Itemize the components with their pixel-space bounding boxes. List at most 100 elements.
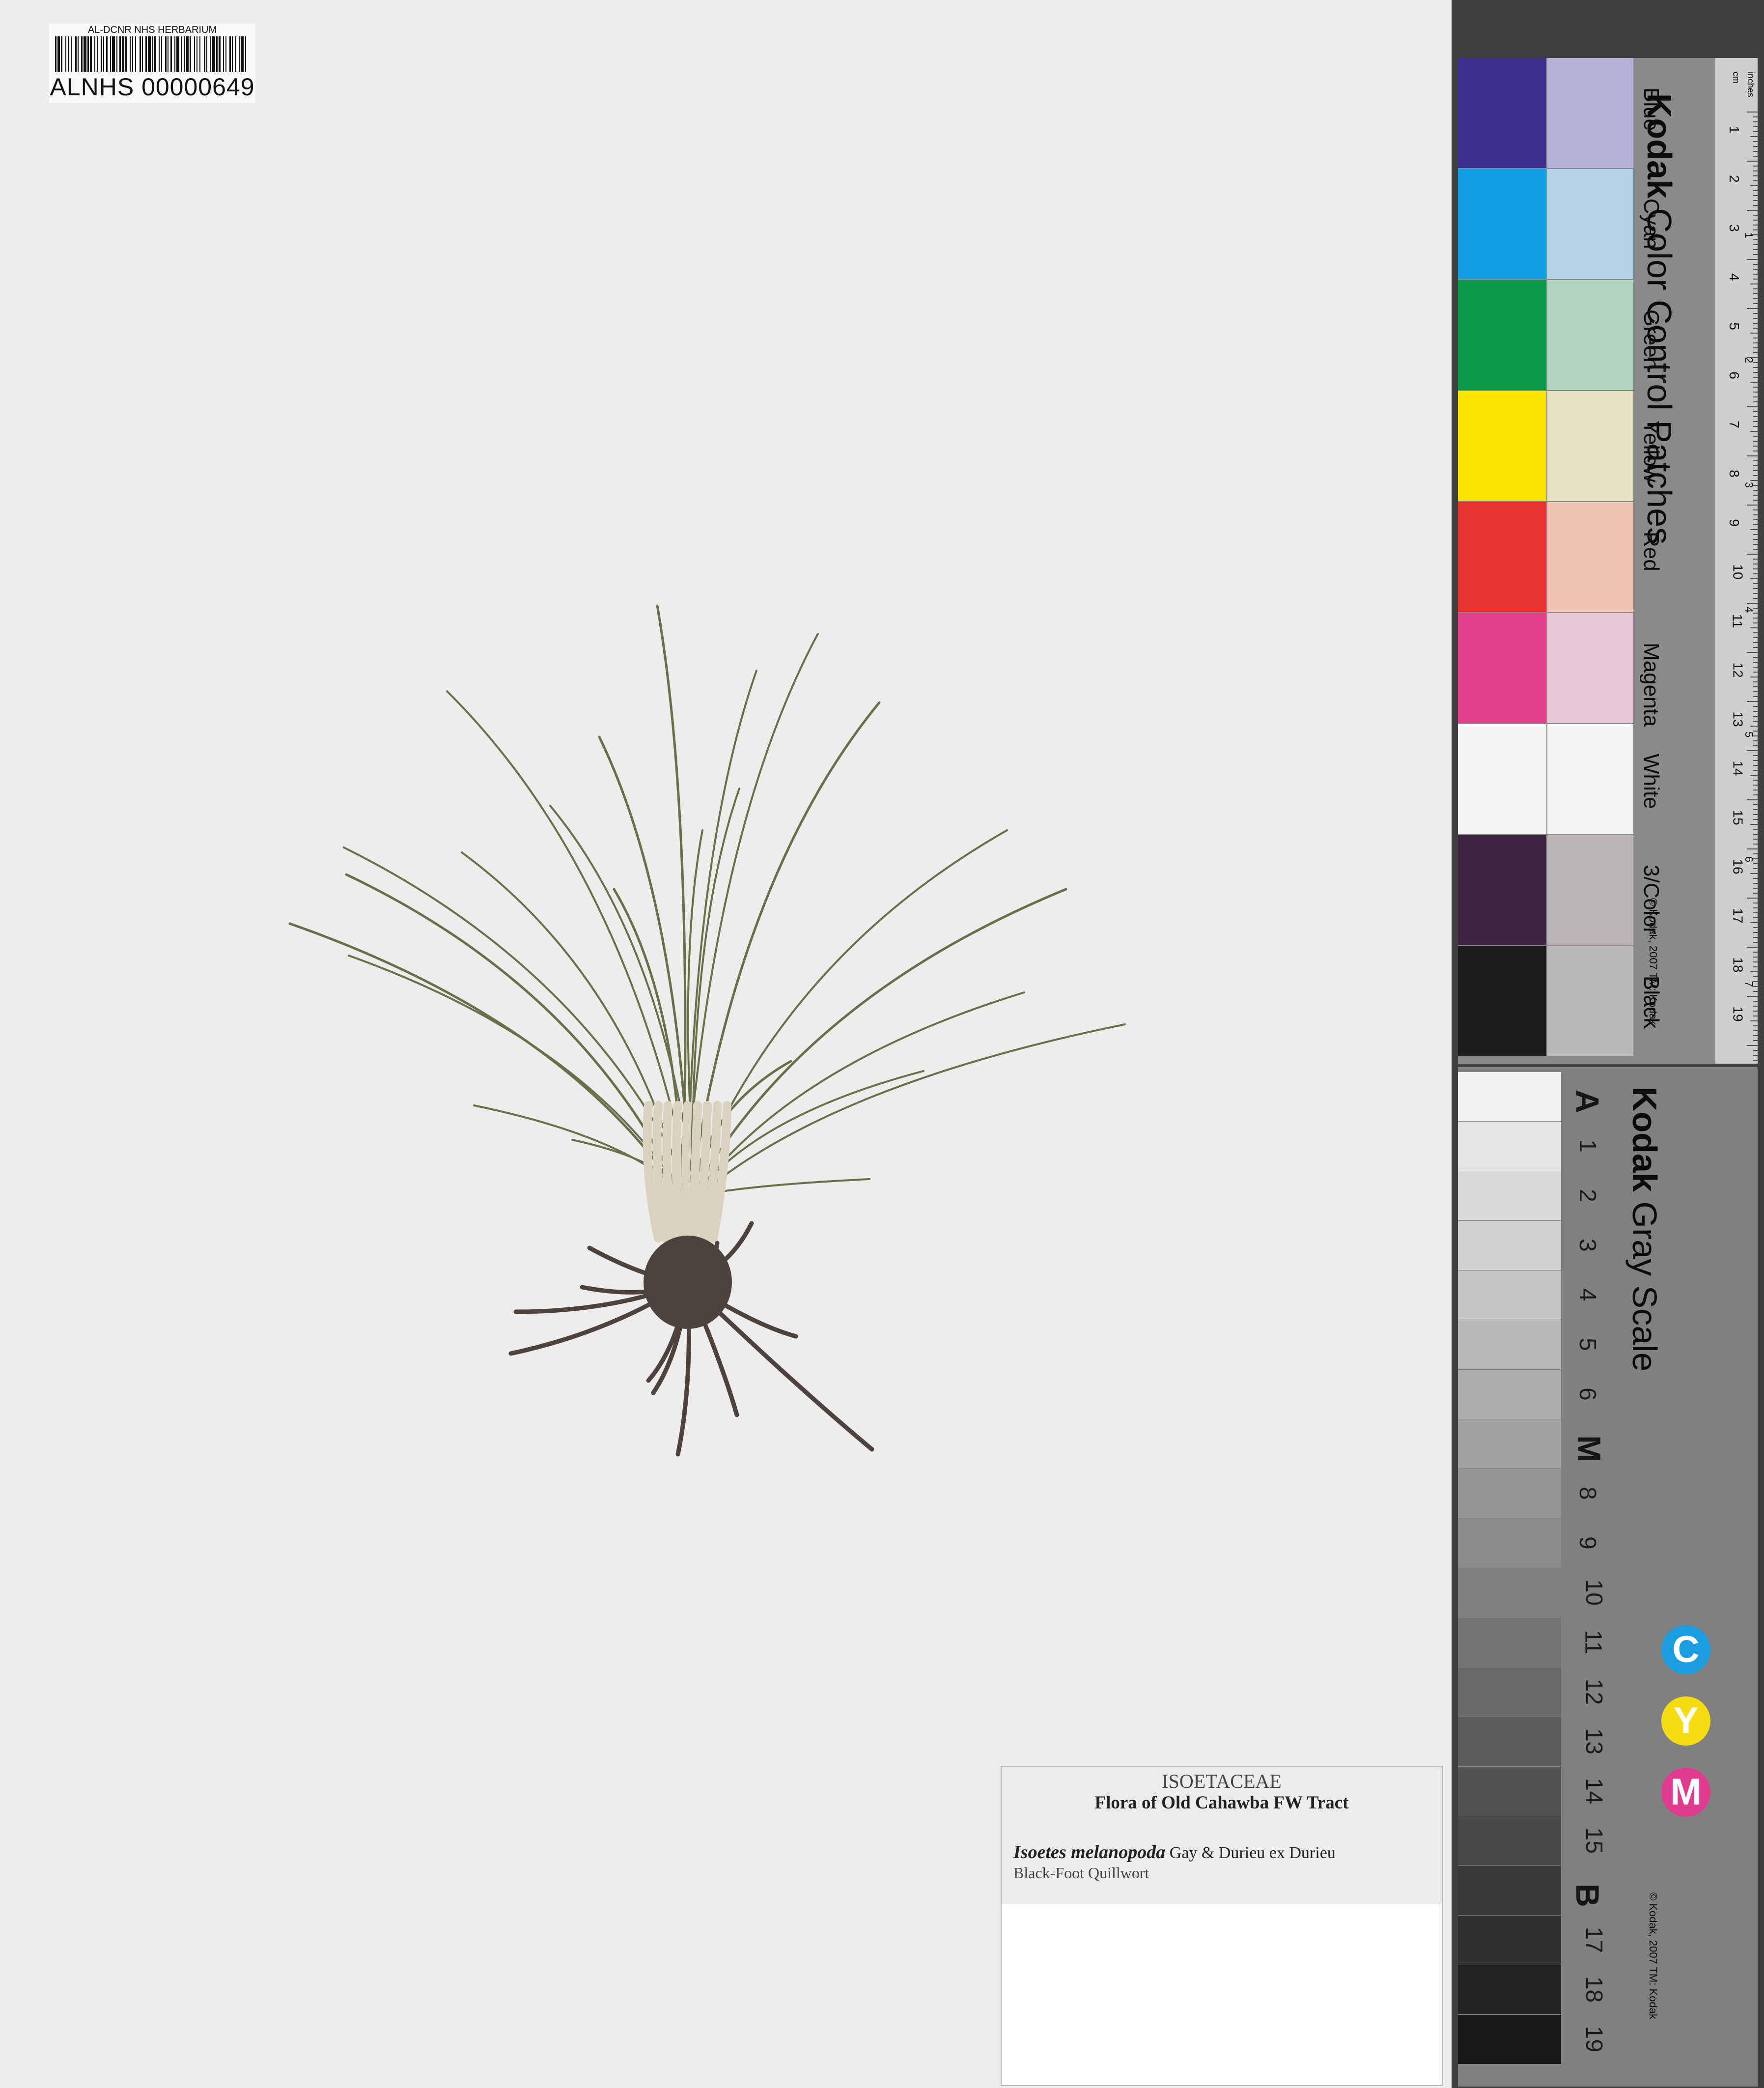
color-patch-black (1458, 946, 1546, 1056)
tint-patch-yellow (1547, 391, 1633, 501)
ruler-inch-label: 3 (1743, 481, 1756, 488)
gray-step-label: 1 (1574, 1139, 1600, 1153)
gray-step (1458, 1270, 1561, 1320)
quillwort-leaf (692, 991, 1025, 1200)
gray-step-label: 6 (1574, 1387, 1600, 1401)
quillwort-corm (643, 1101, 732, 1329)
quillwort-leaf (461, 851, 686, 1200)
ruler-cm-label: 9 (1726, 519, 1742, 527)
cym-dot-c: C (1661, 1625, 1710, 1674)
gray-step (1458, 1519, 1561, 1568)
tint-patch-blue (1547, 58, 1633, 168)
ruler-cm-label: 13 (1730, 711, 1746, 727)
gray-step-label: 9 (1574, 1536, 1600, 1550)
color-patch-yellow (1458, 391, 1546, 501)
gray-step-label: 8 (1574, 1487, 1600, 1500)
color-patch-red (1458, 502, 1546, 612)
gray-step-label: M (1571, 1435, 1608, 1463)
tint-patch-green (1547, 280, 1633, 390)
ruler-cm-label: 14 (1730, 761, 1746, 776)
patch-label: Cyan (1639, 198, 1663, 249)
gray-step-label: 12 (1581, 1678, 1607, 1705)
label-text-area: ISOETACEAE Flora of Old Cahawba FW Tract… (1002, 1767, 1442, 1904)
gray-step-label: 18 (1581, 1976, 1607, 2003)
herbarium-sheet: AL-DCNR NHS HERBARIUM ALNHS 00000649 ISO… (0, 0, 1452, 2088)
color-patch-3-color (1458, 835, 1546, 945)
gray-step-label: 17 (1581, 1926, 1607, 1953)
ruler-cm-label: 4 (1726, 273, 1742, 281)
tint-patch-cyan (1547, 169, 1633, 279)
ruler-cm-label: 7 (1726, 421, 1742, 428)
gray-step-label: 19 (1581, 2026, 1607, 2053)
taxon-authority: Gay & Durieu ex Durieu (1169, 1844, 1336, 1862)
scientific-name: Isoetes melanopoda (1013, 1842, 1166, 1862)
gray-step (1458, 1618, 1561, 1667)
gray-step (1458, 1370, 1561, 1419)
gray-step (1458, 1171, 1561, 1220)
gray-step (1458, 1767, 1561, 1816)
color-patch-magenta (1458, 613, 1546, 723)
leaf-base (672, 1101, 683, 1242)
gray-step (1458, 1419, 1561, 1468)
gray-step (1458, 1866, 1561, 1915)
patch-label: Magenta (1639, 643, 1663, 727)
color-card-ruler: cm inches 1 2 3 4 5 6 7 8 9 10 11 12 13 14 15 16 17 18 19 1… (1715, 58, 1758, 1112)
ruler-cm-label: 3 (1726, 224, 1742, 232)
ruler-cm-label: 1 (1726, 126, 1742, 134)
tint-patch-white (1547, 724, 1633, 834)
ruler-cm-label: 10 (1730, 564, 1746, 580)
gray-step (1458, 1320, 1561, 1369)
taxon-line: Isoetes melanopoda Gay & Durieu ex Durie… (1013, 1841, 1336, 1863)
gray-step (1458, 1916, 1561, 1965)
gray-step-label: 11 (1580, 1630, 1606, 1655)
cym-dot-y: Y (1661, 1696, 1710, 1746)
gray-step-label: B (1569, 1884, 1606, 1907)
tint-patch-magenta (1547, 613, 1633, 723)
ruler-cm-label: 19 (1730, 1006, 1746, 1022)
ruler-inch-label: 7 (1743, 981, 1756, 988)
ruler-cm-label: 17 (1730, 908, 1746, 924)
color-card-copyright: © Kodak, 2007 TM: Kodak (1647, 898, 1659, 1025)
gray-card-title-text: Gray Scale (1625, 1201, 1664, 1372)
gray-step-label: 10 (1581, 1579, 1607, 1606)
color-patch-white (1458, 724, 1546, 834)
gray-step (1458, 1965, 1561, 2014)
ruler-cm-label: 18 (1730, 957, 1746, 973)
gray-card-copyright: © Kodak, 2007 TM: Kodak (1647, 1892, 1659, 2019)
ruler-cm-label: 5 (1726, 322, 1742, 330)
gray-step-label: 2 (1574, 1189, 1600, 1202)
gray-step-label: 13 (1581, 1728, 1607, 1755)
cym-dot-m: M (1661, 1768, 1710, 1817)
tint-patch-red (1547, 502, 1633, 612)
quillwort-leaf (694, 1023, 1126, 1200)
ruler-inch-label: 4 (1743, 606, 1756, 613)
ruler-cm-label: 8 (1726, 470, 1742, 478)
gray-step-label: 14 (1581, 1778, 1607, 1805)
ruler-inch-label: 5 (1743, 731, 1756, 738)
corm (644, 1236, 732, 1329)
ruler-inch-label: 2 (1743, 357, 1756, 364)
gray-step (1458, 1122, 1561, 1171)
gray-card-brand: Kodak (1625, 1087, 1664, 1192)
gray-step (1458, 1221, 1561, 1270)
kodak-color-control-card: Kodak Color Control Patches Blue Cyan Gree… (1458, 58, 1758, 1112)
gray-step-label: 4 (1574, 1288, 1600, 1301)
gray-step-label: 3 (1574, 1239, 1600, 1252)
patch-label: Red (1639, 532, 1663, 571)
ruler-inch-label: 1 (1743, 232, 1756, 239)
gray-step-label: 5 (1574, 1338, 1600, 1351)
ruler-cm-label: 11 (1730, 614, 1745, 628)
color-patch-green (1458, 280, 1546, 390)
gray-step-label: A (1569, 1090, 1606, 1113)
gray-card-title: Kodak Gray Scale (1625, 1087, 1664, 1372)
patch-label: Green (1639, 310, 1663, 370)
color-patch-cyan (1458, 169, 1546, 279)
gray-step (1458, 2015, 1561, 2064)
tint-patch-black (1547, 946, 1633, 1056)
ruler-cm-label: 6 (1726, 371, 1742, 379)
gray-step (1458, 1667, 1561, 1717)
leaf-base (681, 1101, 692, 1242)
ruler-cm-label: 15 (1730, 810, 1746, 825)
gray-step (1458, 1469, 1561, 1518)
gray-step-label: 15 (1581, 1827, 1607, 1854)
